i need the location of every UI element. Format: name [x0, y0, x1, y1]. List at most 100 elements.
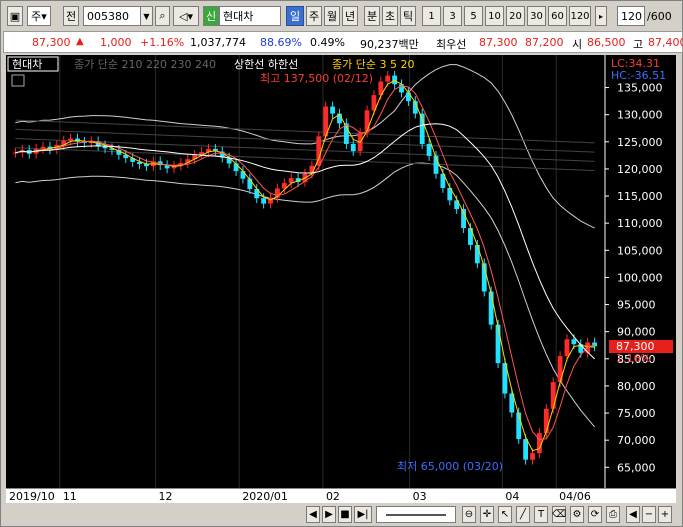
hc-label: HC:-36.51 — [611, 69, 666, 82]
market-label: 주 — [31, 10, 42, 23]
candle-body — [474, 244, 480, 264]
y-axis: 135,000 130,000 125,000 120,000 115,000 110,0… — [604, 55, 663, 489]
crosshair-icon[interactable]: ✛ — [480, 506, 494, 523]
current-change-text: 1.16% — [616, 352, 651, 365]
chevron-down-icon[interactable]: ▼ — [140, 6, 153, 26]
long-ma-line — [15, 147, 595, 172]
best-bid: 87,200 — [525, 36, 564, 49]
candle-body — [530, 453, 535, 460]
candle-body — [523, 439, 529, 460]
y-tick-label: 75,000 — [617, 407, 656, 420]
price-change: 1,000 — [100, 36, 132, 49]
price-chart[interactable]: 135,000 130,000 125,000 120,000 115,000 110,0… — [6, 55, 676, 489]
long-ma-line — [15, 138, 595, 162]
candle-body — [261, 198, 267, 204]
y-tick-label: 110,000 — [617, 217, 663, 230]
period-month-tab[interactable]: 월 — [324, 6, 340, 26]
volume: 1,037,774 — [190, 36, 246, 49]
x-tick-label: 04/06 — [559, 490, 591, 503]
end-button[interactable]: ▶| — [354, 506, 372, 523]
period-minute-tab[interactable]: 분 — [364, 6, 380, 26]
x-tick-label: 11 — [62, 490, 77, 503]
x-axis: 2019/10 11 12 2020/01 02 03 04 04/06 — [6, 488, 676, 503]
chart-grid — [59, 55, 557, 489]
up-arrow-icon: ▲ — [76, 36, 84, 47]
window-menu-icon[interactable]: ▣ — [7, 6, 23, 26]
stop-button[interactable]: ■ — [338, 506, 352, 523]
y-tick-label: 95,000 — [617, 299, 656, 312]
period-tick-tab[interactable]: 틱 — [400, 6, 416, 26]
interval-30[interactable]: 30 — [527, 6, 546, 26]
interval-1[interactable]: 1 — [422, 6, 441, 26]
candle-body — [240, 171, 246, 179]
next-button[interactable]: ▶ — [322, 506, 336, 523]
y-tick-label: 135,000 — [617, 82, 663, 95]
market-selector[interactable]: 주 ▾ — [27, 6, 51, 26]
open-price: 86,500 — [587, 36, 626, 49]
y-tick-label: 90,000 — [617, 326, 656, 339]
chart-canvas[interactable]: 135,000 130,000 125,000 120,000 115,000 110,0… — [6, 55, 676, 489]
interval-20[interactable]: 20 — [506, 6, 525, 26]
speaker-icon[interactable]: ◁▾ — [173, 6, 199, 26]
zoom-track — [386, 513, 446, 516]
interval-5[interactable]: 5 — [464, 6, 483, 26]
text-tool-icon[interactable]: T — [534, 506, 548, 523]
candle-body — [426, 143, 432, 156]
pointer-icon[interactable]: ↖ — [498, 506, 512, 523]
eraser-icon[interactable]: ⌫ — [552, 506, 566, 523]
line-tool-icon[interactable]: ╱ — [516, 506, 530, 523]
ma-5-line — [15, 85, 595, 441]
ma-3-line — [15, 79, 595, 452]
x-tick-label: 2019/10 — [9, 490, 55, 503]
quote-bar: 87,300 ▲ 1,000 +1.16% 1,037,774 88.69% 0… — [3, 31, 683, 53]
candle-body — [364, 110, 370, 133]
stock-name-tag: 현대차 — [12, 58, 42, 71]
ma-legend: 종가 단순 3 5 20 — [332, 58, 414, 71]
stock-name-field: 현대차 — [219, 6, 281, 26]
zoom-out-button[interactable]: − — [642, 506, 656, 523]
interval-60[interactable]: 60 — [548, 6, 567, 26]
x-tick-label: 03 — [412, 490, 427, 503]
change-pct: +1.16% — [140, 36, 185, 49]
scroll-left-icon[interactable]: ◀ — [626, 506, 640, 523]
period-week-tab[interactable]: 주 — [306, 6, 322, 26]
candle-body — [385, 75, 391, 82]
refresh-icon[interactable]: ⟳ — [588, 506, 602, 523]
type-button[interactable]: 전 — [63, 6, 79, 26]
low-note: 최저 65,000 (03/20) — [397, 460, 503, 473]
chart-navigation-bar: ◀ ▶ ■ ▶| ⊖ ✛ ↖ ╱ T ⌫ ⚙ ⟳ ⎙ ◀ − + — [6, 504, 676, 525]
y-tick-label: 65,000 — [617, 461, 656, 474]
lower-band-line — [15, 162, 595, 428]
best-label: 최우선 — [436, 38, 467, 51]
settings-icon[interactable]: ⚙ — [570, 506, 584, 523]
x-tick-label: 2020/01 — [242, 490, 288, 503]
candle-body — [550, 382, 556, 409]
period-day-tab[interactable]: 일 — [286, 6, 304, 26]
bar-total-label: /600 — [647, 10, 672, 23]
period-second-tab[interactable]: 초 — [382, 6, 398, 26]
interval-120[interactable]: 120 — [569, 6, 591, 26]
volume-ratio: 88.69% — [260, 36, 302, 49]
more-arrow-icon[interactable]: ▸ — [595, 6, 607, 26]
high-label: 고 — [633, 38, 644, 51]
interval-10[interactable]: 10 — [485, 6, 504, 26]
grid-toggle-icon[interactable] — [11, 74, 25, 87]
zoom-slider[interactable] — [376, 506, 456, 523]
bar-count-input[interactable]: 120 — [617, 6, 645, 26]
long-ma-legend: 종가 단순 210 220 230 240 — [74, 58, 216, 71]
x-tick-label: 04 — [505, 490, 520, 503]
y-tick-label: 70,000 — [617, 434, 656, 447]
zoom-out-icon[interactable]: ⊖ — [462, 506, 476, 523]
prev-button[interactable]: ◀ — [306, 506, 320, 523]
candle-body — [543, 408, 549, 434]
stock-code-input[interactable]: 005380 — [83, 6, 141, 26]
period-year-tab[interactable]: 년 — [342, 6, 358, 26]
print-icon[interactable]: ⎙ — [606, 506, 620, 523]
magnifier-icon[interactable]: ⌕ — [155, 6, 170, 26]
y-tick-label: 115,000 — [617, 190, 663, 203]
interval-3[interactable]: 3 — [443, 6, 462, 26]
high-note: 최고 137,500 (02/12) — [260, 72, 373, 85]
y-tick-label: 125,000 — [617, 136, 663, 149]
x-tick-label: 02 — [325, 490, 340, 503]
zoom-in-button[interactable]: + — [658, 506, 672, 523]
